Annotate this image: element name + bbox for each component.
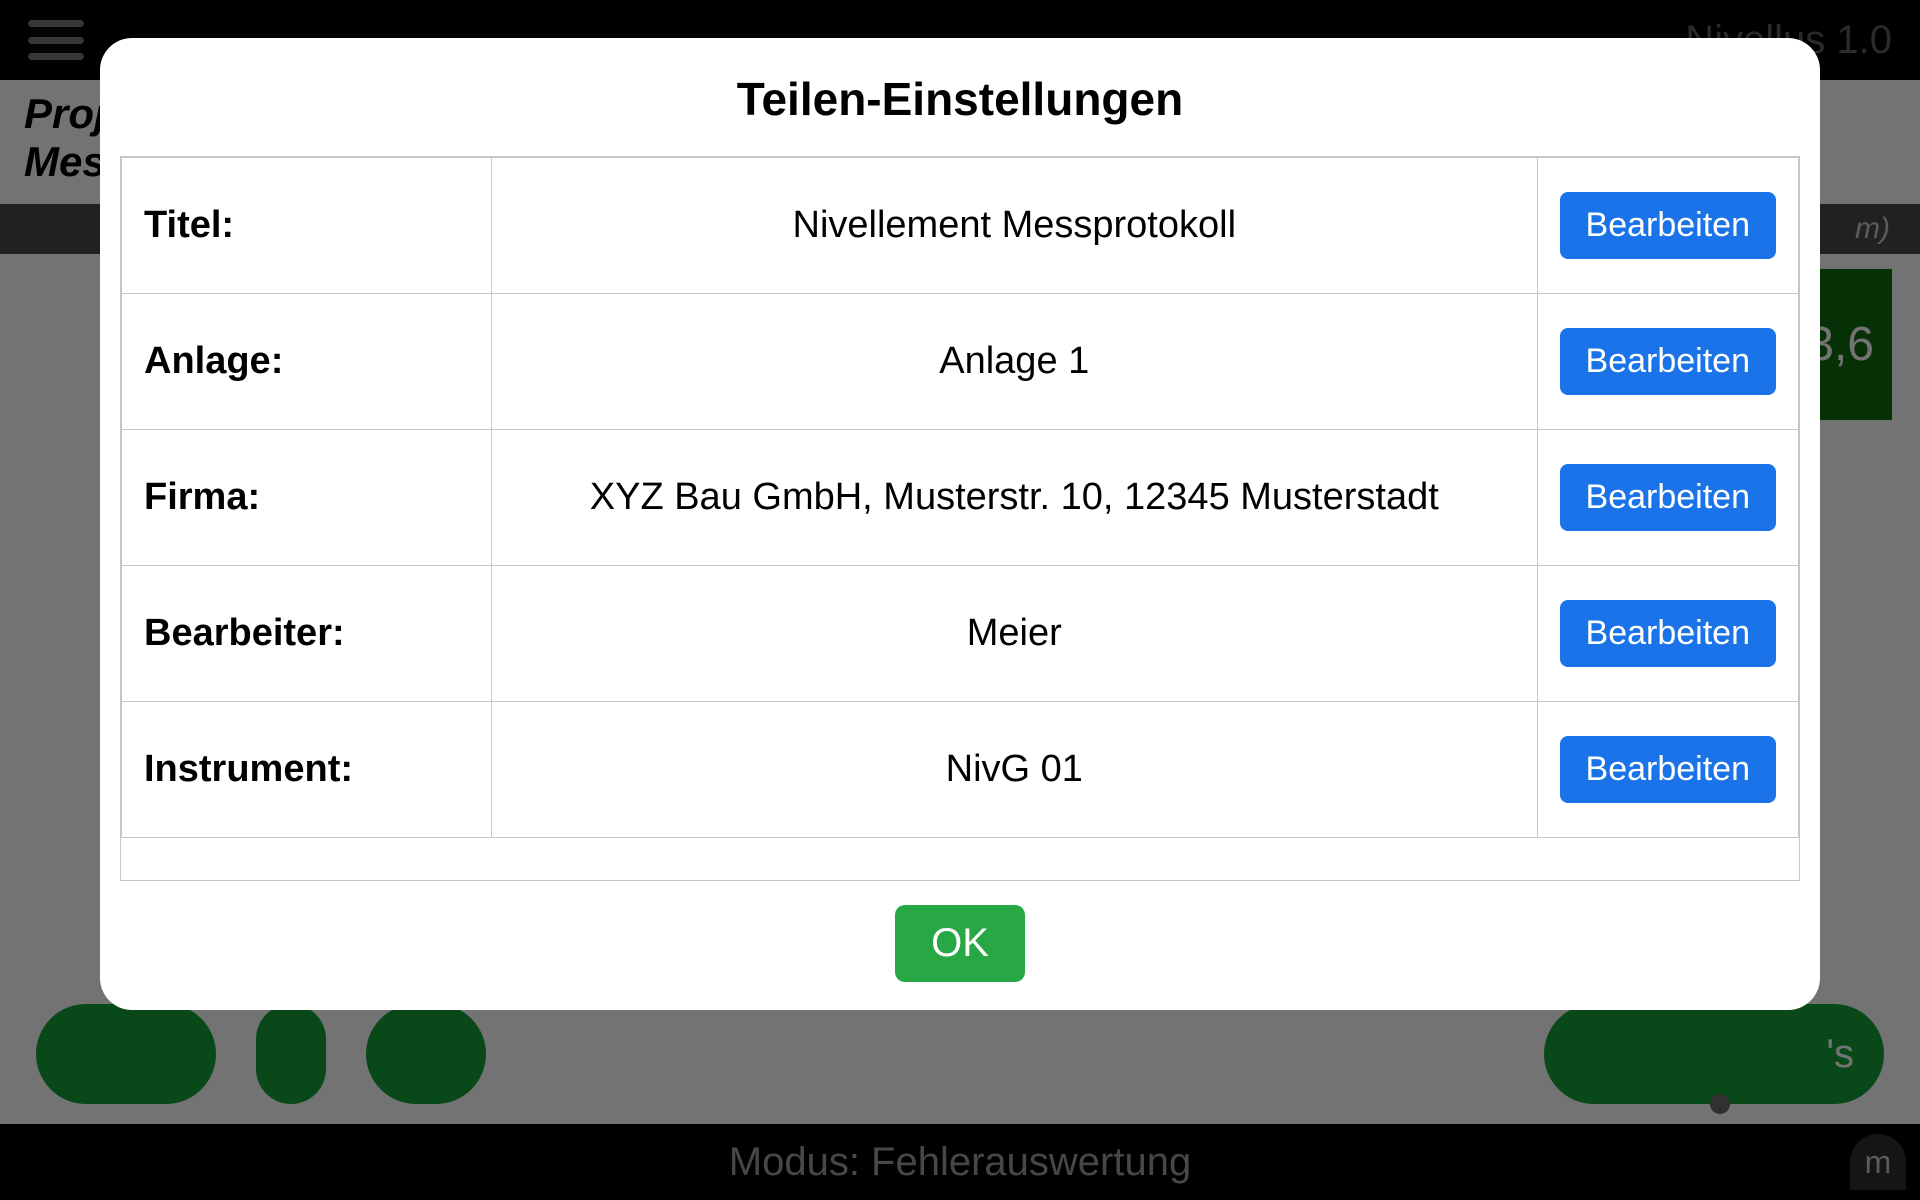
settings-row-value: XYZ Bau GmbH, Musterstr. 10, 12345 Muste… [492,430,1538,566]
settings-row: Bearbeiter:Meier Bearbeiten [122,566,1799,702]
edit-button[interactable]: Bearbeiten [1560,192,1776,259]
dialog-title: Teilen-Einstellungen [120,72,1800,126]
settings-row: Instrument:NivG 01 Bearbeiten [122,702,1799,838]
settings-row-value: NivG 01 [492,702,1538,838]
share-settings-dialog: Teilen-Einstellungen Titel:Nivellement M… [100,38,1820,1010]
settings-row-label: Instrument: [122,702,492,838]
settings-row-value: Nivellement Messprotokoll [492,158,1538,294]
ok-button[interactable]: OK [895,905,1025,982]
settings-row-label: Bearbeiter: [122,566,492,702]
settings-row: Firma:XYZ Bau GmbH, Musterstr. 10, 12345… [122,430,1799,566]
edit-button[interactable]: Bearbeiten [1560,328,1776,395]
settings-row-value: Meier [492,566,1538,702]
dialog-footer: OK [120,881,1800,982]
settings-row-action: Bearbeiten [1537,158,1798,294]
settings-row-action: Bearbeiten [1537,702,1798,838]
dialog-body[interactable]: Titel:Nivellement Messprotokoll Bearbeite… [120,156,1800,881]
settings-table: Titel:Nivellement Messprotokoll Bearbeite… [121,157,1799,838]
edit-button[interactable]: Bearbeiten [1560,600,1776,667]
settings-row: Anlage:Anlage 1 Bearbeiten [122,294,1799,430]
settings-row-label: Titel: [122,158,492,294]
settings-row-label: Anlage: [122,294,492,430]
edit-button[interactable]: Bearbeiten [1560,464,1776,531]
settings-row-action: Bearbeiten [1537,566,1798,702]
settings-row-action: Bearbeiten [1537,294,1798,430]
settings-row-action: Bearbeiten [1537,430,1798,566]
settings-row: Titel:Nivellement Messprotokoll Bearbeite… [122,158,1799,294]
edit-button[interactable]: Bearbeiten [1560,736,1776,803]
settings-row-label: Firma: [122,430,492,566]
settings-row-value: Anlage 1 [492,294,1538,430]
